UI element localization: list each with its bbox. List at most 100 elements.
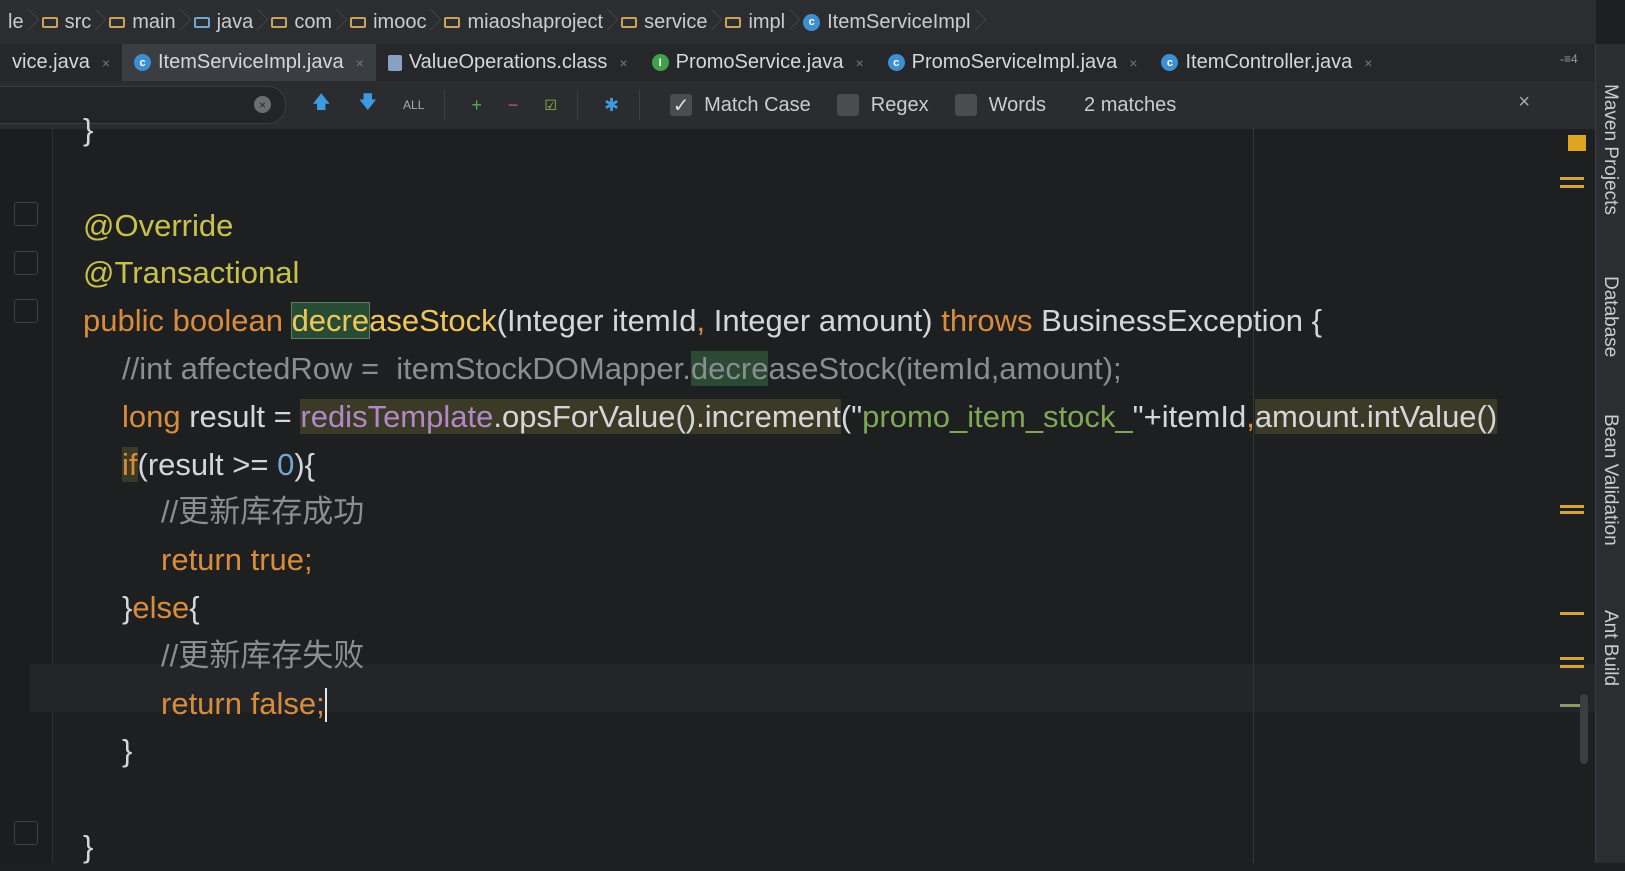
class-icon: c: [803, 13, 821, 31]
find-bar: × 🡅 🡇 ALL + − ☑ ✱ ✓ Match Case Regex Wor…: [0, 81, 1596, 129]
words-label[interactable]: Words: [989, 94, 1046, 117]
close-tab-icon[interactable]: ×: [102, 55, 110, 71]
code-token: throws: [941, 303, 1042, 339]
close-tab-icon[interactable]: ×: [356, 55, 364, 71]
breadcrumb-item[interactable]: miaoshaproject: [436, 0, 613, 44]
regex-checkbox[interactable]: [836, 94, 859, 116]
code-token: aseStock(itemId,amount);: [768, 351, 1122, 386]
select-all-occurrences-icon[interactable]: ALL: [403, 98, 424, 112]
editor-tabs: vice.java × c ItemServiceImpl.java × ValueOpe…: [0, 44, 1596, 83]
breadcrumb-label: com: [294, 10, 333, 33]
search-input[interactable]: [0, 87, 234, 123]
editor-tab[interactable]: ValueOperations.class ×: [376, 44, 640, 81]
code-token: aseStock: [369, 303, 497, 339]
next-occurrence-icon[interactable]: 🡇: [359, 90, 378, 120]
clear-search-icon[interactable]: ×: [254, 96, 271, 113]
error-stripe[interactable]: [1560, 665, 1584, 668]
code-line: //更新库存成功: [161, 488, 364, 536]
code-editor[interactable]: } @Override @Transactional public boolean d…: [0, 112, 1596, 864]
select-occurrences-icon[interactable]: ☑: [544, 97, 557, 114]
close-tab-icon[interactable]: ×: [619, 55, 627, 71]
code-line: @Transactional: [83, 249, 299, 297]
code-token: 0: [277, 446, 295, 482]
words-checkbox[interactable]: [954, 94, 977, 116]
code-token: else: [132, 590, 190, 625]
breadcrumb-item[interactable]: le: [0, 0, 34, 44]
editor-tab[interactable]: c ItemController.java ×: [1149, 44, 1384, 81]
code-token: {: [189, 590, 200, 625]
breadcrumb-label: service: [644, 10, 708, 33]
add-occurrence-icon[interactable]: +: [471, 95, 482, 116]
package-icon: [725, 16, 742, 28]
previous-occurrence-icon[interactable]: 🡅: [312, 90, 331, 120]
tab-label: ItemServiceImpl.java: [158, 51, 344, 73]
error-stripe[interactable]: [1560, 185, 1584, 188]
match-case-label[interactable]: Match Case: [704, 94, 811, 117]
fold-icon[interactable]: [14, 299, 38, 323]
search-input-wrap: ×: [0, 86, 286, 124]
ant-build-panel[interactable]: Ant Build: [1599, 610, 1621, 686]
code-token: (": [840, 398, 863, 434]
error-stripe[interactable]: [1560, 177, 1584, 180]
close-tab-icon[interactable]: ×: [1129, 55, 1137, 71]
package-icon: [621, 16, 638, 28]
code-token: "+itemId: [1132, 398, 1247, 434]
code-token: (result >=: [137, 446, 278, 482]
remove-occurrence-icon[interactable]: −: [508, 95, 519, 116]
class-icon: c: [887, 54, 905, 71]
divider: [576, 90, 578, 120]
fold-icon[interactable]: [14, 251, 38, 275]
breadcrumb-label: main: [132, 10, 176, 33]
breadcrumb-label: miaoshaproject: [467, 10, 604, 33]
editor-tab[interactable]: c ItemServiceImpl.java ×: [122, 44, 376, 81]
editor-tab[interactable]: I PromoService.java ×: [640, 44, 876, 81]
bean-validation-panel[interactable]: Bean Validation: [1599, 414, 1621, 546]
database-panel[interactable]: Database: [1599, 276, 1621, 357]
code-line: @Override: [83, 202, 233, 250]
code-line: }: [83, 823, 93, 871]
interface-icon: I: [651, 54, 669, 71]
fold-icon[interactable]: [14, 202, 38, 226]
breadcrumb-item[interactable]: src: [34, 0, 102, 44]
close-tab-icon[interactable]: ×: [855, 55, 863, 71]
breadcrumb-item[interactable]: java: [186, 0, 264, 44]
close-find-icon[interactable]: ×: [1518, 91, 1530, 114]
filter-settings-icon[interactable]: ✱: [604, 95, 619, 116]
code-token: public boolean: [83, 303, 292, 339]
code-line: return false;: [161, 680, 327, 728]
code-token: //int affectedRow = itemStockDOMapper.: [122, 351, 691, 386]
warning-indicator-icon[interactable]: [1568, 135, 1586, 151]
fold-icon[interactable]: [14, 821, 38, 845]
breadcrumb-item[interactable]: c ItemServiceImpl: [795, 0, 980, 44]
breadcrumb-item[interactable]: service: [613, 0, 717, 44]
maven-projects-panel[interactable]: Maven Projects: [1599, 84, 1621, 215]
code-token: @Override: [83, 207, 234, 243]
editor-tab[interactable]: c PromoServiceImpl.java ×: [876, 44, 1150, 81]
regex-label[interactable]: Regex: [871, 94, 929, 117]
vertical-scrollbar[interactable]: [1580, 694, 1588, 764]
code-token: ;: [316, 685, 325, 721]
breadcrumb-item[interactable]: main: [101, 0, 185, 44]
breadcrumb-item[interactable]: impl: [717, 0, 795, 44]
error-stripe[interactable]: [1560, 505, 1584, 508]
tab-label: ItemController.java: [1185, 51, 1353, 73]
error-stripe[interactable]: [1560, 657, 1584, 660]
breadcrumb-label: java: [216, 10, 254, 33]
code-token: if: [122, 446, 138, 482]
classfile-icon: [387, 54, 402, 71]
code-token: decre: [290, 302, 371, 340]
breadcrumb-item[interactable]: com: [263, 0, 342, 44]
tab-overflow-button[interactable]: -≡4: [1560, 52, 1578, 66]
code-token: ;: [304, 542, 313, 578]
editor-tab[interactable]: vice.java ×: [0, 44, 122, 81]
folder-icon: [41, 16, 58, 28]
error-stripe[interactable]: [1560, 511, 1584, 514]
breadcrumb-item[interactable]: imooc: [342, 0, 436, 44]
error-stripe[interactable]: [1560, 612, 1584, 615]
code-token: promo_item_stock_: [862, 398, 1133, 434]
class-icon: c: [1161, 54, 1179, 71]
match-case-checkbox[interactable]: ✓: [670, 94, 693, 117]
divider: [444, 90, 446, 120]
close-tab-icon[interactable]: ×: [1364, 55, 1372, 71]
tab-label: PromoServiceImpl.java: [911, 51, 1118, 73]
